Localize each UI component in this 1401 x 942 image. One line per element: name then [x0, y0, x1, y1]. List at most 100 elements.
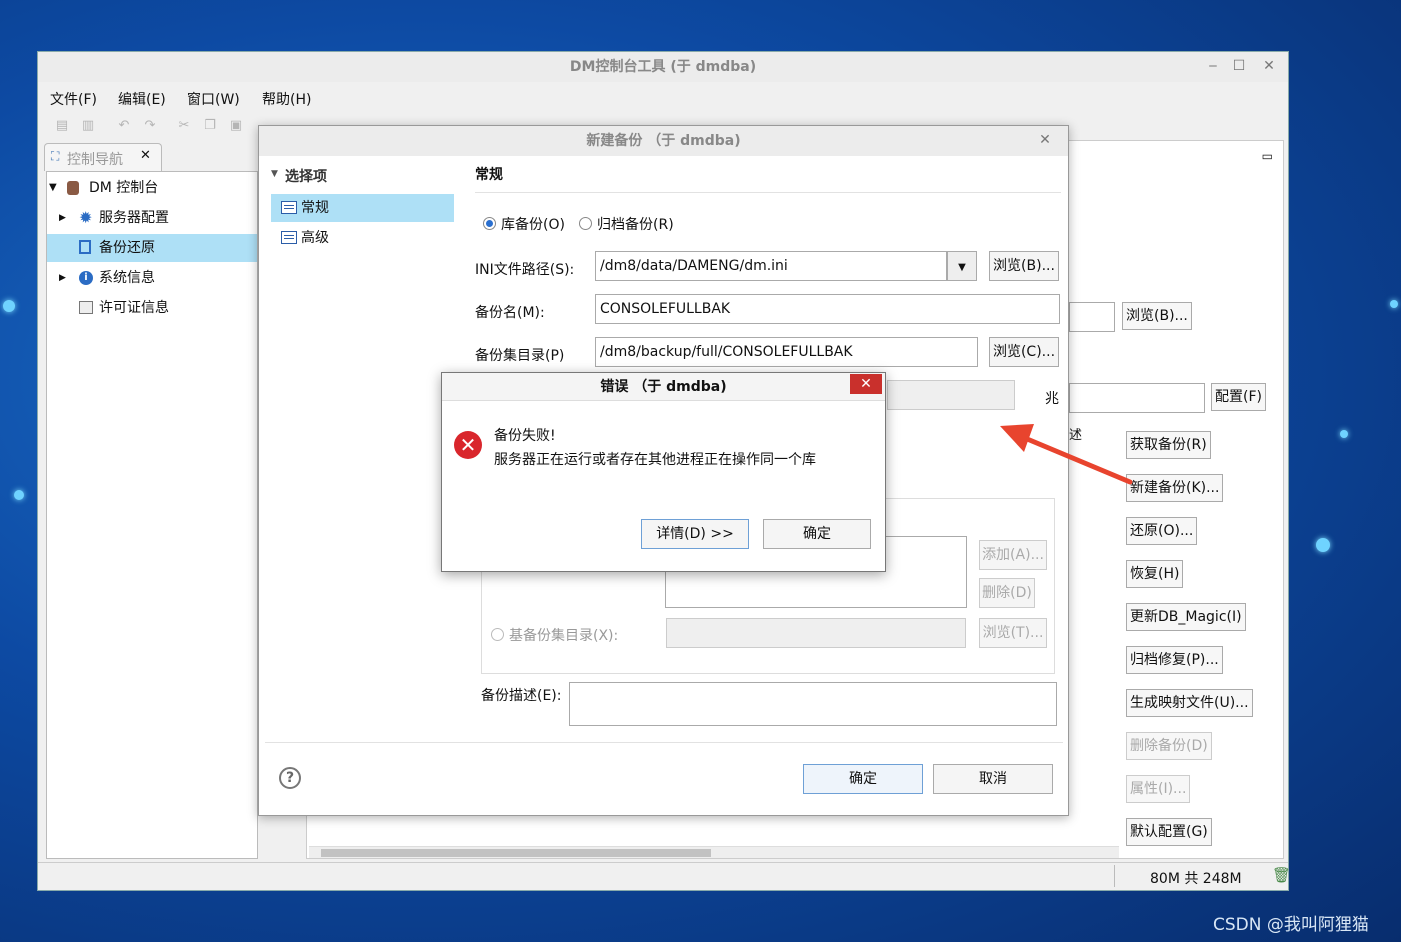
description-input[interactable] [569, 682, 1057, 726]
watermark: CSDN @我叫阿狸猫 [1213, 915, 1369, 935]
save-icon[interactable]: ▤ [54, 118, 70, 134]
backup-name-input[interactable]: CONSOLEFULLBAK [595, 294, 1060, 324]
size-spinner[interactable] [887, 380, 1015, 410]
menu-help[interactable]: 帮助(H) [262, 89, 311, 109]
default-config-button[interactable]: 默认配置(G) [1126, 818, 1212, 846]
redo-icon[interactable]: ↷ [142, 118, 158, 134]
db-backup-radio[interactable] [483, 217, 496, 230]
ini-path-input[interactable]: /dm8/data/DAMENG/dm.ini [595, 251, 947, 281]
tree-item-server-config[interactable]: ▶ ✹ 服务器配置 [47, 204, 257, 232]
chevron-down-icon: ▼ [958, 262, 966, 273]
base-browse-button[interactable]: 浏览(T)... [979, 618, 1047, 648]
error-close-button[interactable]: ✕ [850, 374, 882, 394]
db-backup-label: 库备份(O) [501, 217, 565, 233]
base-backup-radio[interactable] [491, 628, 504, 641]
details-button[interactable]: 详情(D) >> [641, 519, 749, 549]
description-label: 备份描述(E): [481, 688, 562, 704]
horizontal-scrollbar[interactable] [309, 846, 1119, 858]
status-bar: 80M 共 248M 🗑 [38, 862, 1291, 890]
properties-button[interactable]: 属性(I)... [1126, 775, 1191, 803]
panel-path-field[interactable] [1069, 302, 1115, 332]
bg-dot [1316, 538, 1330, 552]
expand-arrow-icon[interactable]: ▼ [49, 174, 57, 202]
menu-bar: 文件(F) 编辑(E) 窗口(W) 帮助(H) [38, 83, 1288, 113]
panel-config-field[interactable] [1069, 383, 1205, 413]
collapse-arrow-icon[interactable]: ▼ [271, 169, 278, 179]
ok-button[interactable]: 确定 [803, 764, 923, 794]
generate-map-button[interactable]: 生成映射文件(U)... [1126, 689, 1253, 717]
tree-item-label: 服务器配置 [99, 210, 169, 226]
backup-dir-input[interactable]: /dm8/backup/full/CONSOLEFULLBAK [595, 337, 978, 367]
restore-button[interactable]: 还原(O)... [1126, 517, 1198, 545]
expand-arrow-icon[interactable]: ▶ [59, 264, 66, 292]
error-dialog: 错误 （于 dmdba) ✕ ✕ 备份失败! 服务器正在运行或者存在其他进程正在… [441, 372, 886, 572]
dialog-title: 新建备份 （于 dmdba) [259, 126, 1068, 156]
paste-icon[interactable]: ▣ [228, 118, 244, 134]
ini-browse-button[interactable]: 浏览(B)... [989, 251, 1059, 281]
expand-arrow-icon[interactable]: ▶ [59, 204, 66, 232]
get-backup-button[interactable]: 获取备份(R) [1126, 431, 1211, 459]
tree-item-backup-restore[interactable]: 备份还原 [47, 234, 257, 262]
option-label: 高级 [301, 230, 329, 246]
menu-edit[interactable]: 编辑(E) [118, 89, 166, 109]
help-icon[interactable]: ? [279, 767, 301, 789]
close-button[interactable]: ✕ [1254, 56, 1284, 76]
recover-button[interactable]: 恢复(H) [1126, 560, 1184, 588]
update-dbmagic-button[interactable]: 更新DB_Magic(I) [1126, 603, 1246, 631]
page-icon [281, 201, 297, 214]
options-header: 选择项 [285, 169, 327, 185]
bg-dot [1340, 430, 1348, 438]
section-title: 常规 [475, 167, 503, 183]
menu-file[interactable]: 文件(F) [50, 89, 97, 109]
minimize-button[interactable]: ‒ [1200, 56, 1226, 76]
gear-icon: ✹ [79, 208, 93, 227]
tree-item-system-info[interactable]: ▶ i 系统信息 [47, 264, 257, 292]
bg-dot [3, 300, 15, 312]
base-backup-input[interactable] [666, 618, 966, 648]
menu-window[interactable]: 窗口(W) [187, 89, 240, 109]
tree-root-label: DM 控制台 [89, 180, 159, 196]
dialog-close-button[interactable]: ✕ [1030, 129, 1060, 151]
undo-icon[interactable]: ↶ [116, 118, 132, 134]
copy-icon[interactable]: ❐ [202, 118, 218, 134]
option-label: 常规 [301, 200, 329, 216]
page-icon [281, 231, 297, 244]
ini-path-label: INI文件路径(S): [475, 262, 575, 278]
bg-dot [1390, 300, 1398, 308]
option-general[interactable]: 常规 [271, 194, 454, 222]
cut-icon[interactable]: ✂ [176, 118, 192, 134]
ini-dropdown-button[interactable]: ▼ [947, 251, 977, 281]
bg-dot [14, 490, 24, 500]
tree-root[interactable]: ▼ DM 控制台 [47, 174, 257, 202]
scrollbar-thumb[interactable] [321, 849, 711, 857]
navigator-icon: ⛶ [51, 149, 60, 163]
maximize-button[interactable]: ☐ [1226, 56, 1252, 76]
navigation-tree: ▼ DM 控制台 ▶ ✹ 服务器配置 备份还原 ▶ i 系统信息 许可证信息 [46, 171, 258, 859]
error-ok-button[interactable]: 确定 [763, 519, 871, 549]
archive-repair-button[interactable]: 归档修复(P)... [1126, 646, 1223, 674]
nav-tab-label: 控制导航 [67, 152, 123, 168]
option-advanced[interactable]: 高级 [271, 224, 454, 252]
config-button[interactable]: 配置(F) [1211, 383, 1266, 411]
delete-button[interactable]: 删除(D) [979, 578, 1035, 608]
backup-icon [79, 240, 91, 254]
error-message-line1: 备份失败! [494, 428, 556, 444]
size-unit: 兆 [1045, 391, 1059, 407]
add-button[interactable]: 添加(A)... [979, 540, 1047, 570]
tree-item-license[interactable]: 许可证信息 [47, 294, 257, 322]
archive-backup-radio[interactable] [579, 217, 592, 230]
cancel-button[interactable]: 取消 [933, 764, 1053, 794]
close-tab-icon[interactable]: ✕ [140, 148, 151, 163]
trash-icon[interactable]: 🗑 [1272, 866, 1291, 884]
dir-browse-button[interactable]: 浏览(C)... [989, 337, 1059, 367]
tree-item-label: 系统信息 [99, 270, 155, 286]
nav-tab[interactable]: ⛶ 控制导航 ✕ [44, 143, 162, 171]
browse-b-button[interactable]: 浏览(B)... [1122, 302, 1192, 330]
archive-backup-label: 归档备份(R) [597, 217, 674, 233]
save-all-icon[interactable]: ▥ [80, 118, 96, 134]
error-icon: ✕ [454, 431, 482, 459]
new-backup-button[interactable]: 新建备份(K)... [1126, 474, 1224, 502]
delete-backup-button[interactable]: 删除备份(D) [1126, 732, 1212, 760]
panel-minimize-icon[interactable]: ▭ [1262, 149, 1273, 163]
backup-dir-label: 备份集目录(P) [475, 348, 565, 364]
